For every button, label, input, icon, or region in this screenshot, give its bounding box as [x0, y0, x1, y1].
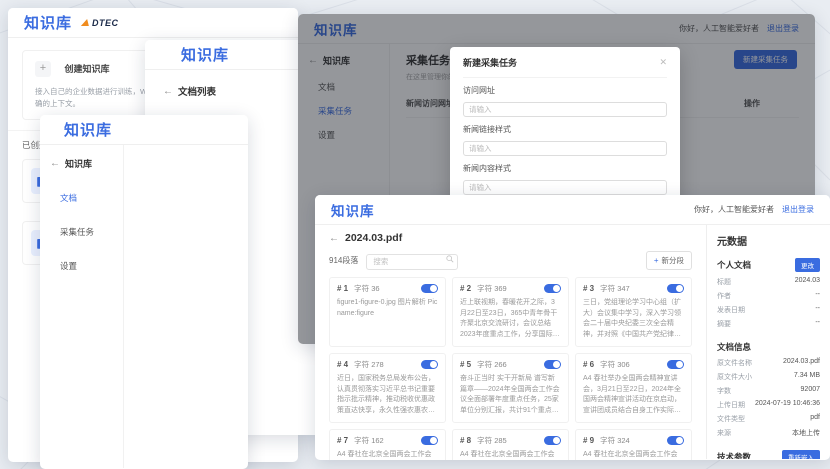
app-title: 知识库	[181, 44, 229, 65]
field-label-content-style: 新闻内容样式	[463, 163, 667, 174]
segment-count: 914段落	[329, 255, 358, 266]
segment-card[interactable]: # 6字符 306 A4 春社举办全国两会精神宣讲会，3月21日至22日，202…	[575, 353, 692, 423]
user-greeting: 你好，人工智能爱好者	[694, 204, 774, 215]
segment-card[interactable]: # 9字符 324 A4 春社在北京全国两会工作会议上强调，要深入学习贯彻习近平…	[575, 429, 692, 460]
kbnav-sidebar: ← 知识库 文档 采集任务 设置	[40, 145, 124, 468]
doclist-back-label[interactable]: 文档列表	[178, 84, 216, 98]
plus-icon: +	[654, 256, 659, 265]
segment-text: A4 春社在北京全国两会工作会议上强调 做好今年工作，要以习近平新时代中国特色社…	[460, 450, 561, 460]
back-arrow-icon[interactable]: ←	[50, 158, 60, 169]
sidebar-item-settings[interactable]: 设置	[60, 260, 123, 272]
segment-toggle[interactable]	[544, 284, 561, 293]
document-title: 2024.03.pdf	[345, 232, 402, 244]
link-style-field[interactable]	[463, 141, 667, 156]
search-input[interactable]	[366, 254, 458, 270]
window-document: 知识库 你好，人工智能爱好者 退出登录 ← 2024.03.pdf 914段落 …	[315, 195, 830, 460]
close-icon[interactable]: ✕	[659, 57, 667, 68]
logo-triangle-icon	[81, 19, 91, 26]
segment-toggle[interactable]	[544, 436, 561, 445]
back-arrow-icon[interactable]: ←	[329, 233, 339, 244]
segment-card[interactable]: # 4字符 278 近日，国家税务总局发布公告，认真贯彻落实习近平总书记重要指示…	[329, 353, 446, 423]
segment-text: 近上联视期，春暖花开之际，3月22日至23日，365中青年骨干齐聚北京交流研讨，…	[460, 298, 561, 340]
url-field[interactable]	[463, 102, 667, 117]
segment-text: A4 春社在北京全国两会工作会议闭幕式上发表重要讲话指出，2023年，全国上下顶…	[337, 450, 438, 460]
add-segment-button[interactable]: + 新分段	[646, 251, 692, 270]
segment-toggle[interactable]	[421, 360, 438, 369]
segment-toggle[interactable]	[667, 436, 684, 445]
app-title: 知识库	[64, 119, 112, 140]
segment-text: 奋斗正当时 实干开新局 谱写新篇章——2024年全国两会工作会议全面部署年度重点…	[460, 374, 561, 416]
sidebar-item-documents[interactable]: 文档	[60, 192, 123, 204]
back-arrow-icon[interactable]: ←	[163, 86, 173, 97]
plus-icon: +	[35, 61, 51, 77]
search-box	[366, 251, 458, 270]
document-main: ← 2024.03.pdf 914段落 + 新分段 # 1字符 36 figur…	[315, 225, 706, 459]
segment-toggle[interactable]	[421, 284, 438, 293]
segment-text: A4 春社在北京全国两会工作会议上强调，要深入学习贯彻习近平总书记关于安全生产的…	[583, 450, 684, 460]
segment-card[interactable]: # 2字符 369 近上联视期，春暖花开之际，3月22日至23日，365中青年骨…	[452, 277, 569, 347]
segments-grid: # 1字符 36 figure1-figure-0.jpg 图片解析 Pic n…	[329, 277, 692, 460]
app-title: 知识库	[24, 12, 72, 33]
search-icon	[446, 255, 454, 263]
segment-card[interactable]: # 8字符 285 A4 春社在北京全国两会工作会议上强调 做好今年工作，要以习…	[452, 429, 569, 460]
kbnav-header: 知识库	[40, 115, 248, 145]
segment-toggle[interactable]	[544, 360, 561, 369]
file-info-label: 文档信息	[717, 341, 751, 353]
segment-card[interactable]: # 7字符 162 A4 春社在北京全国两会工作会议闭幕式上发表重要讲话指出，2…	[329, 429, 446, 460]
tech-params-label: 技术参数	[717, 451, 751, 459]
segment-toggle[interactable]	[421, 436, 438, 445]
metadata-sidebar: 元数据 个人文档 更改 标题2024.03 作者-- 发表日期-- 摘要-- 文…	[706, 225, 830, 459]
segment-text: A4 春社举办全国两会精神宣讲会，3月21日至22日，2024年全国两会精神宣讲…	[583, 374, 684, 416]
home-header: 知识库 DTEC	[8, 8, 298, 38]
window-kbnav: 知识库 ← 知识库 文档 采集任务 设置	[40, 115, 248, 469]
field-label-url: 访问网址	[463, 85, 667, 96]
content-style-field[interactable]	[463, 180, 667, 195]
sidebar-item-tasks[interactable]: 采集任务	[60, 226, 123, 238]
modal-title: 新建采集任务	[463, 56, 517, 69]
field-label-link-style: 新闻链接样式	[463, 124, 667, 135]
kbnav-back-label[interactable]: 知识库	[65, 157, 92, 170]
segment-card[interactable]: # 5字符 266 奋斗正当时 实干开新局 谱写新篇章——2024年全国两会工作…	[452, 353, 569, 423]
document-header: 知识库 你好，人工智能爱好者 退出登录	[315, 195, 830, 225]
logo-text: DTEC	[92, 18, 119, 28]
doc-type-label: 个人文档	[717, 259, 751, 271]
create-kb-title: 创建知识库	[64, 64, 109, 74]
segment-card[interactable]: # 1字符 36 figure1-figure-0.jpg 图片解析 Pic n…	[329, 277, 446, 347]
company-logo: DTEC	[82, 18, 119, 28]
segment-text: figure1-figure-0.jpg 图片解析 Pic name:figur…	[337, 298, 438, 319]
segment-toggle[interactable]	[667, 284, 684, 293]
segment-card[interactable]: # 3字符 347 三日，党组理论学习中心组（扩大）会议集中学习，深入学习领会二…	[575, 277, 692, 347]
segment-toggle[interactable]	[667, 360, 684, 369]
kbnav-content	[124, 145, 248, 468]
segment-text: 近日，国家税务总局发布公告，认真贯彻落实习近平总书记重要指示批示精神，推动税收优…	[337, 374, 438, 416]
app-title: 知识库	[331, 200, 375, 220]
re-embed-button[interactable]: 重新嵌入	[782, 450, 820, 459]
metadata-title: 元数据	[717, 233, 820, 248]
segment-text: 三日，党组理论学习中心组（扩大）会议集中学习，深入学习领会二十届中央纪委三次全会…	[583, 298, 684, 340]
change-type-button[interactable]: 更改	[795, 258, 820, 272]
logout-link[interactable]: 退出登录	[782, 204, 814, 215]
segments-toolbar: 914段落 + 新分段	[329, 251, 692, 270]
